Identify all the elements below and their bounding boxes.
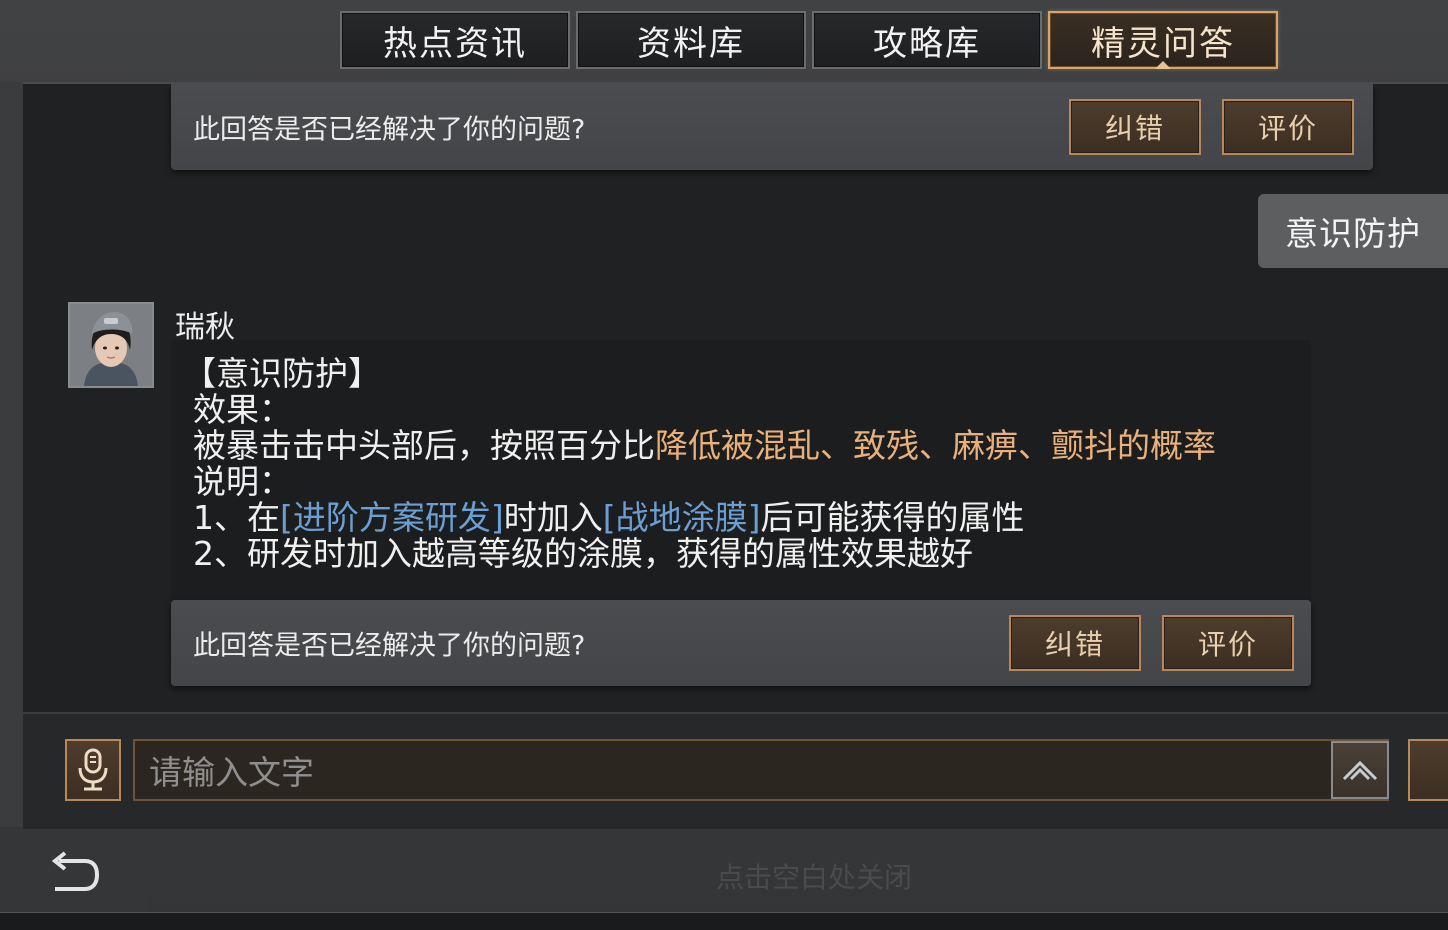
rate-button[interactable]: 评价: [1162, 615, 1294, 671]
desc-line-2: 2、研发时加入越高等级的涂膜，获得的属性效果越好: [193, 534, 973, 573]
user-message-bubble: 意识防护: [1258, 194, 1448, 268]
feedback-bar: 此回答是否已经解决了你的问题? 纠错 评价: [171, 600, 1311, 686]
desc-label: 说明：: [193, 462, 292, 501]
tab-label: 精灵问答: [1091, 23, 1235, 64]
qa-panel: 此回答是否已经解决了你的问题? 纠错 评价 意识防护 瑞秋 【意识防护】 效果：…: [23, 82, 1448, 829]
active-tab-indicator: [1155, 61, 1171, 69]
desc-line-1: 1、在[进阶方案研发]时加入[战地涂膜]后可能获得的属性: [193, 500, 1216, 536]
line1-suffix: 后可能获得的属性: [760, 498, 1025, 537]
line1-mid: 时加入: [503, 498, 603, 537]
tab-label: 资料库: [637, 23, 745, 64]
send-button[interactable]: [1408, 739, 1448, 801]
answer-bubble: 【意识防护】 效果： 被暴击击中头部后，按照百分比降低被混乱、致残、麻痹、颤抖的…: [171, 340, 1311, 602]
chevron-up-icon: [1342, 760, 1378, 781]
effect-line: 被暴击击中头部后，按照百分比降低被混乱、致残、麻痹、颤抖的概率: [193, 428, 1216, 464]
tab-hot-news[interactable]: 热点资讯: [340, 11, 570, 69]
voice-button[interactable]: [65, 739, 121, 801]
field-coating-link[interactable]: [战地涂膜]: [603, 498, 761, 537]
tab-database[interactable]: 资料库: [576, 11, 806, 69]
rate-button[interactable]: 评价: [1222, 99, 1354, 155]
effect-prefix: 被暴击击中头部后，按照百分比: [193, 426, 655, 465]
effect-highlight: 降低被混乱、致残、麻痹、颤抖的概率: [655, 426, 1216, 465]
feedback-question: 此回答是否已经解决了你的问题?: [193, 630, 586, 662]
chat-log[interactable]: 此回答是否已经解决了你的问题? 纠错 评价 意识防护 瑞秋 【意识防护】 效果：…: [23, 84, 1448, 712]
screen: 热点资讯 资料库 攻略库 精灵问答 此回答是否已经解决了你的问题? 纠错 评价 …: [0, 0, 1448, 930]
line1-prefix: 1、在: [193, 498, 280, 537]
message-input[interactable]: 请输入文字: [133, 739, 1389, 801]
bottom-edge: [0, 912, 1448, 930]
close-hint[interactable]: 点击空白处关闭: [0, 856, 1448, 896]
tab-spirit-qa[interactable]: 精灵问答: [1048, 11, 1278, 69]
tab-label: 热点资讯: [383, 23, 527, 64]
tab-label: 攻略库: [873, 23, 981, 64]
correct-button[interactable]: 纠错: [1009, 615, 1141, 671]
left-rail: [0, 82, 23, 827]
feedback-question: 此回答是否已经解决了你的问题?: [193, 114, 586, 146]
microphone-icon: [78, 748, 108, 791]
correct-button[interactable]: 纠错: [1069, 99, 1201, 155]
advanced-research-link[interactable]: [进阶方案研发]: [280, 498, 504, 537]
tab-bar: 热点资讯 资料库 攻略库 精灵问答: [340, 11, 1284, 69]
bot-avatar: [68, 302, 154, 388]
avatar-portrait-icon: [70, 304, 152, 386]
answer-title: 【意识防护】: [183, 354, 381, 393]
tab-guides[interactable]: 攻略库: [812, 11, 1042, 69]
expand-button[interactable]: [1331, 741, 1389, 799]
answer-text: 【意识防护】 效果： 被暴击击中头部后，按照百分比降低被混乱、致残、麻痹、颤抖的…: [183, 356, 1216, 573]
feedback-bar: 此回答是否已经解决了你的问题? 纠错 评价: [171, 84, 1373, 170]
effect-label: 效果：: [193, 390, 292, 429]
input-row: 请输入文字: [23, 712, 1448, 829]
